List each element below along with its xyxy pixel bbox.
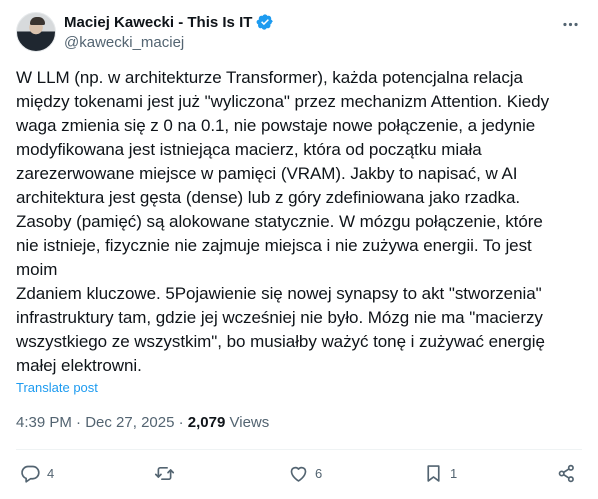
- bookmark-count: 1: [450, 466, 458, 481]
- author-handle[interactable]: @kawecki_maciej: [64, 34, 184, 51]
- views-count: 2,079: [187, 414, 226, 431]
- repost-button[interactable]: [154, 463, 181, 484]
- like-button[interactable]: 6: [288, 463, 322, 484]
- share-icon: [558, 464, 574, 483]
- post-header: Maciej Kawecki - This Is IT @kawecki_mac…: [16, 12, 582, 54]
- reply-icon: [21, 465, 40, 483]
- reply-button[interactable]: 4: [20, 463, 54, 484]
- views-label: Views: [229, 414, 270, 431]
- author-name[interactable]: Maciej Kawecki - This Is IT: [64, 14, 252, 31]
- action-bar: 4 6 1: [16, 460, 582, 488]
- post-date[interactable]: Dec 27, 2025: [85, 414, 174, 431]
- translate-post-link[interactable]: Translate post: [16, 380, 98, 395]
- repost-icon: [154, 466, 175, 481]
- post-text: W LLM (np. w architekturze Transformer),…: [16, 68, 550, 375]
- verified-badge-icon[interactable]: [256, 13, 274, 31]
- bookmark-button[interactable]: 1: [423, 463, 457, 484]
- more-options-icon[interactable]: [558, 14, 582, 34]
- reply-count: 4: [47, 466, 55, 481]
- post-meta: 4:39 PM · Dec 27, 2025 · 2,079 Views: [16, 414, 269, 431]
- avatar[interactable]: [16, 12, 56, 52]
- like-icon: [290, 466, 307, 482]
- divider: [16, 449, 582, 450]
- like-count: 6: [315, 466, 323, 481]
- post-time[interactable]: 4:39 PM: [16, 414, 72, 431]
- meta-separator: ·: [178, 414, 184, 431]
- share-button[interactable]: [556, 463, 577, 484]
- meta-separator: ·: [76, 414, 82, 431]
- bookmark-icon: [427, 465, 440, 482]
- author-name-row: Maciej Kawecki - This Is IT: [64, 13, 274, 31]
